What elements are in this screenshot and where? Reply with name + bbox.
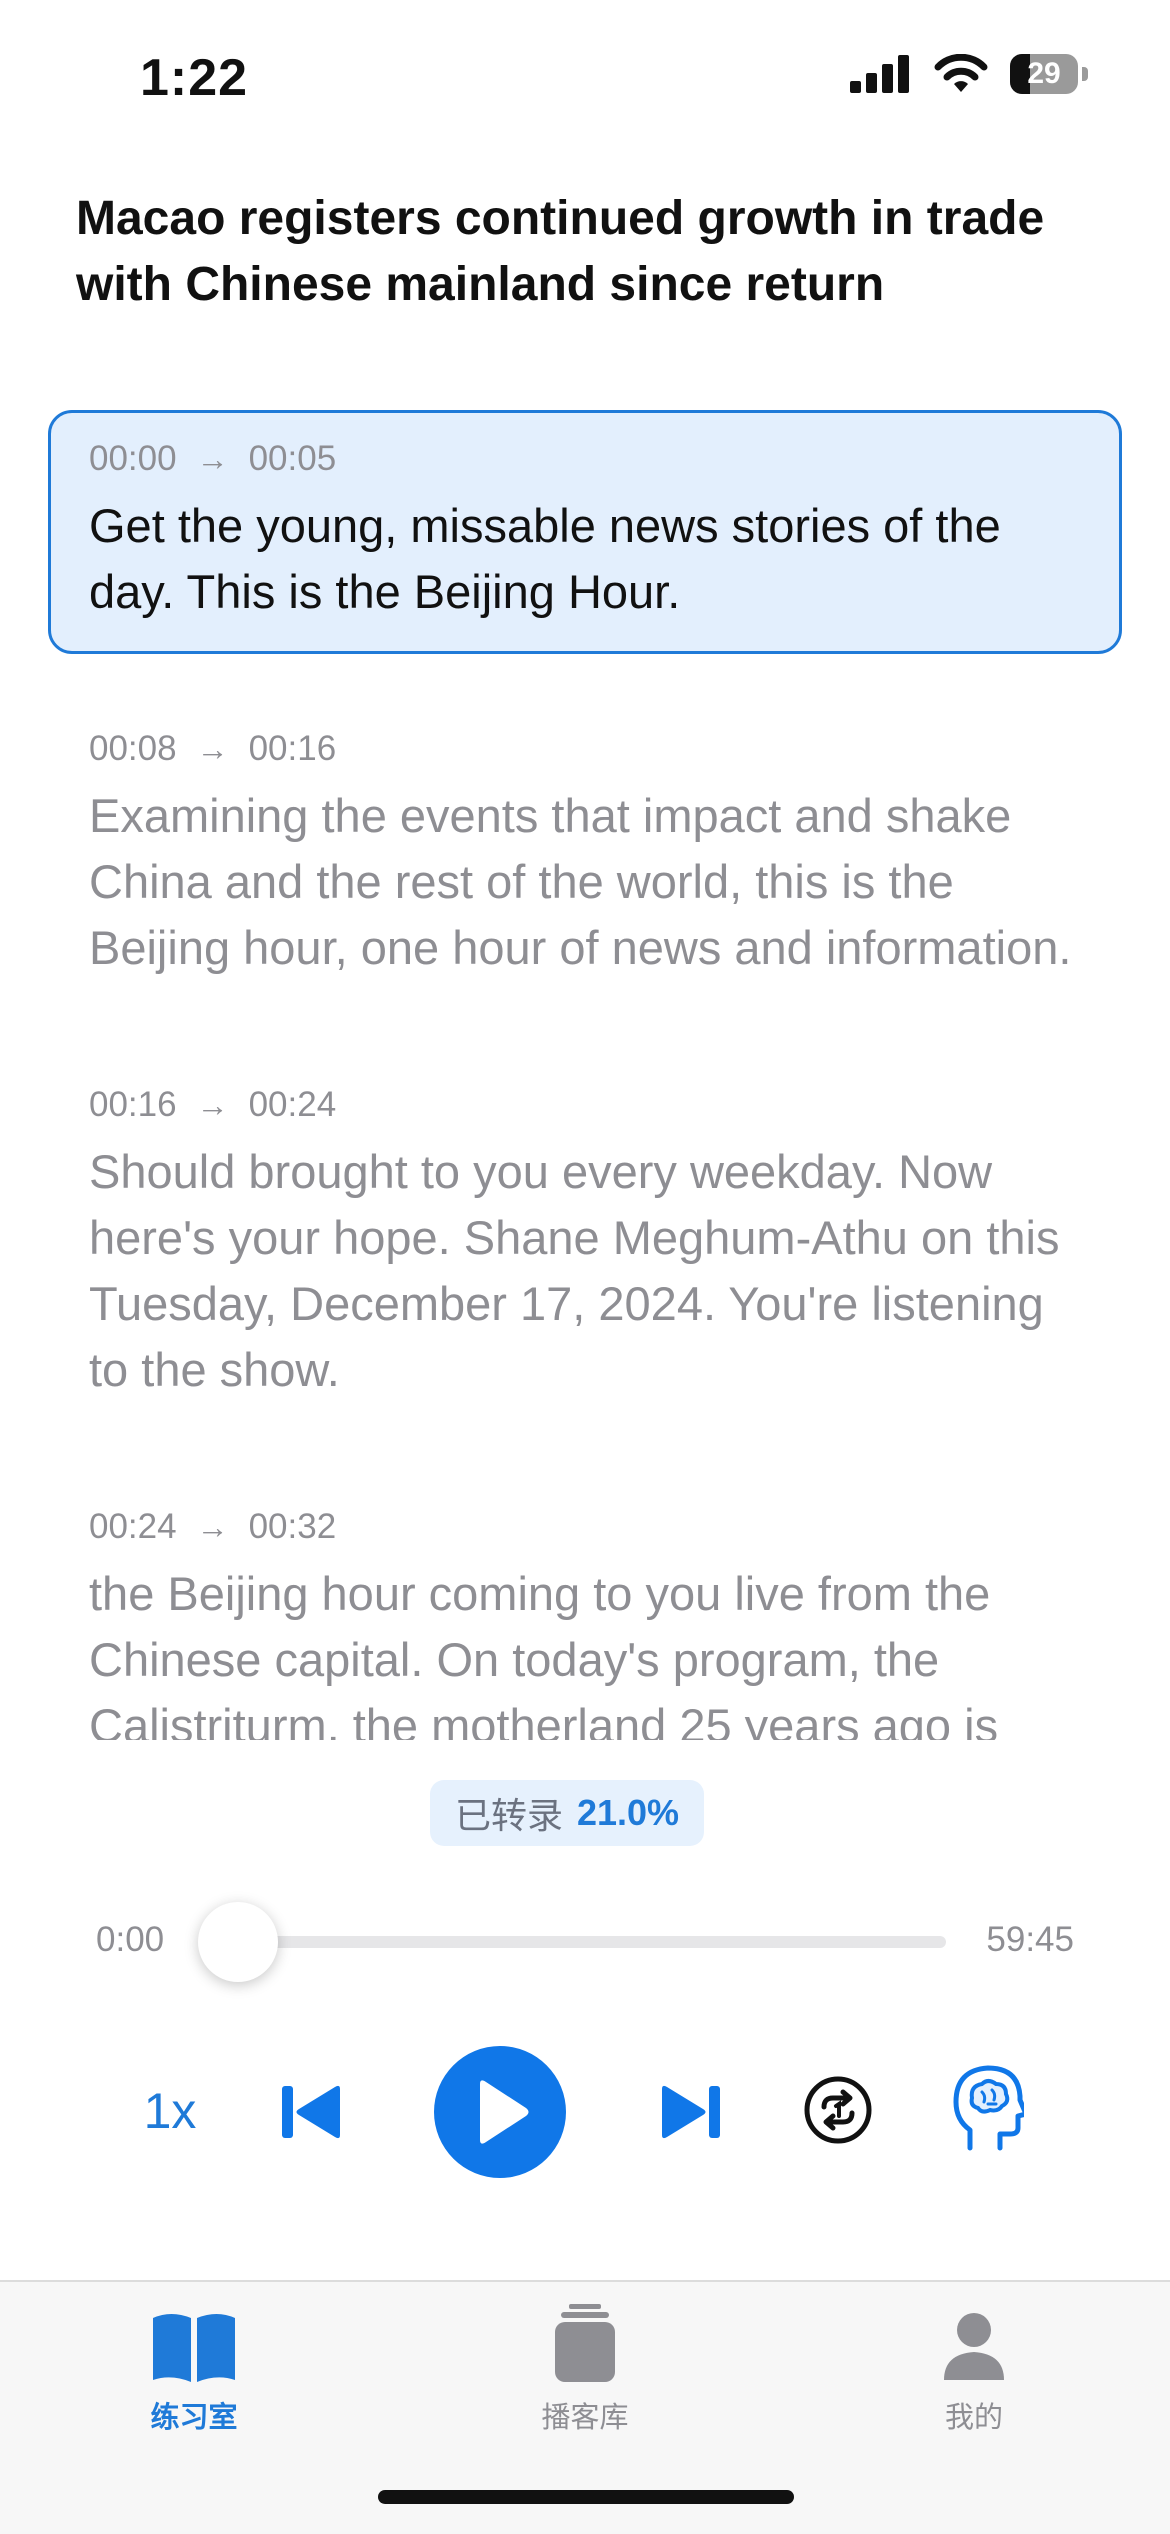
transcript-segment[interactable]: 00:16 → 00:24 Should brought to you every w… [48,1056,1122,1432]
player-controls: 1x [0,2040,1170,2180]
battery-level: 29 [1027,57,1061,90]
play-icon [480,2080,529,2144]
transcript-segment[interactable]: 00:24 → 00:32 the Beijing hour coming to yo… [48,1478,1122,1740]
repeat-one-icon [804,2076,872,2144]
segment-start-time: 00:00 [89,439,177,478]
wifi-icon [934,54,988,92]
total-time: 59:45 [986,1920,1074,1959]
segment-start-time: 00:08 [89,729,177,768]
segment-start-time: 00:24 [89,1507,177,1546]
playback-speed-button[interactable]: 1x [130,2076,210,2146]
arrow-right-icon: → [196,730,229,767]
segment-end-time: 00:32 [248,1507,337,1546]
status-time: 1:22 [140,49,249,107]
playback-progress: 0:00 59:45 [0,1900,1170,1982]
segment-start-time: 00:16 [89,1085,177,1124]
tab-practice-room[interactable]: 练习室 [74,2302,314,2452]
transcript-segment[interactable]: 00:08 → 00:16 Examining the events that imp… [48,700,1122,1010]
transcript-list[interactable]: 00:00 → 00:05 Get the young, missable news … [48,410,1122,1740]
segment-text: Should brought to you every weekday. Now… [89,1145,1060,1396]
skip-forward-icon [662,2085,720,2139]
arrow-right-icon: → [196,1508,229,1545]
transcription-status-label: 已转录 [454,1795,563,1836]
tab-mine[interactable]: 我的 [854,2302,1094,2452]
segment-text: Examining the events that impact and sha… [89,789,1072,974]
arrow-right-icon: → [196,440,229,477]
brain-head-icon [953,2065,1024,2151]
tab-label: 我的 [944,2402,1003,2434]
episode-title: Macao registers continued growth in trad… [76,192,1045,311]
progress-slider-thumb[interactable] [198,1902,278,1982]
open-book-icon [153,2314,235,2382]
status-bar: 1:22 29 [0,0,1170,150]
arrow-right-icon: → [196,1086,229,1123]
segment-timestamp: 00:24 → 00:32 [89,1503,1081,1551]
tab-label: 练习室 [150,2402,238,2434]
progress-track[interactable] [238,1936,946,1948]
skip-back-icon [282,2085,340,2139]
next-segment-button[interactable] [654,2080,724,2144]
segment-timestamp: 00:00 → 00:05 [89,435,1081,483]
segment-end-time: 00:24 [248,1085,337,1124]
battery-icon: 29 [1010,54,1088,94]
segment-timestamp: 00:08 → 00:16 [89,725,1081,773]
home-indicator [378,2490,794,2504]
tab-label: 播客库 [541,2402,629,2434]
transcription-status-badge: 已转录 21.0% [430,1780,704,1846]
play-button[interactable] [434,2046,566,2178]
status-icons: 29 [850,54,1088,94]
ai-brain-button[interactable] [952,2064,1024,2152]
transcript-segment-active[interactable]: 00:00 → 00:05 Get the young, missable news … [48,410,1122,654]
repeat-button[interactable] [802,2074,874,2146]
segment-timestamp: 00:16 → 00:24 [89,1081,1081,1129]
segment-text: the Beijing hour coming to you live from… [89,1567,999,1740]
person-icon [944,2313,1004,2380]
transcription-status-value: 21.0% [576,1792,680,1833]
cellular-signal-icon [850,55,909,93]
segment-end-time: 00:05 [248,439,337,478]
tab-podcast-library[interactable]: 播客库 [465,2302,705,2452]
current-time: 0:00 [96,1920,165,1959]
segment-text: Get the young, missable news stories of … [89,499,1001,618]
segment-end-time: 00:16 [248,729,337,768]
previous-segment-button[interactable] [278,2080,348,2144]
archive-box-icon [555,2304,615,2382]
